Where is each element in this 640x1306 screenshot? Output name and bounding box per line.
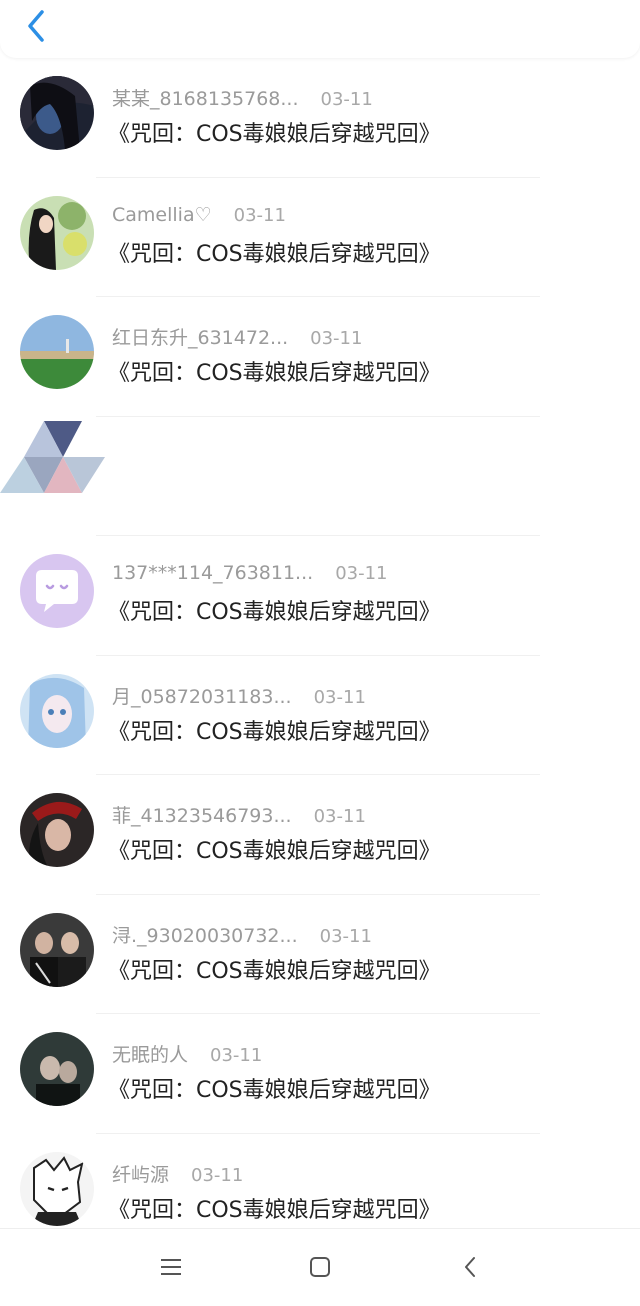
avatar[interactable] [20,315,94,389]
list-item[interactable]: 无眠的人 03-11 《咒回：COS毒娘娘后穿越咒回》 [0,1014,640,1134]
placeholder-logo [0,420,106,497]
user-name[interactable]: 纤屿源 [112,1160,169,1187]
back-icon [465,1257,475,1277]
user-name[interactable]: 月_05872031183... [112,682,292,709]
comment-text: 《咒回：COS毒娘娘后穿越咒回》 [108,361,441,386]
comment-text: 《咒回：COS毒娘娘后穿越咒回》 [108,839,441,864]
avatar[interactable] [20,912,94,987]
avatar[interactable] [20,793,94,867]
user-name[interactable]: 菲_41323546793... [112,801,292,828]
comment-meta: 137***114_763811... 03-11 [112,562,388,586]
comment-date: 03-11 [320,89,373,110]
comment-text: 《咒回：COS毒娘娘后穿越咒回》 [108,241,441,267]
comment-text: 《咒回：COS毒娘娘后穿越咒回》 [108,1078,441,1103]
list-item[interactable]: 红日东升_631472... 03-11 《咒回：COS毒娘娘后穿越咒回》 [0,297,640,417]
comment-text: 《咒回：COS毒娘娘后穿越咒回》 [108,958,441,984]
comment-meta [112,443,134,467]
system-navigation-bar [0,1228,640,1306]
comment-text: 《咒回：COS毒娘娘后穿越咒回》 [108,600,441,625]
comment-meta: 无眠的人 03-11 [112,1040,263,1067]
home-button[interactable] [300,1247,340,1287]
back-button[interactable] [16,6,56,46]
comment-date: 03-11 [310,328,363,349]
comment-date: 03-11 [313,686,366,708]
user-name[interactable]: 无眠的人 [112,1040,188,1067]
avatar[interactable] [20,1151,94,1226]
home-square-icon [310,1257,330,1277]
comment-meta: 纤屿源 03-11 [112,1160,244,1187]
comment-meta: Camellia♡ 03-11 [112,204,286,228]
avatar[interactable] [20,1032,94,1106]
user-name[interactable]: Camellia♡ [112,204,212,226]
comment-date: 03-11 [335,563,388,584]
comment-text: 《咒回：COS毒娘娘后穿越咒回》 [108,122,441,147]
comment-date: 03-11 [210,1045,263,1066]
avatar[interactable] [20,673,94,748]
comment-meta: 月_05872031183... 03-11 [112,682,366,709]
user-name[interactable]: 红日东升_631472... [112,323,288,350]
avatar[interactable] [20,76,94,150]
list-item[interactable]: 菲_41323546793... 03-11 《咒回：COS毒娘娘后穿越咒回》 [0,775,640,895]
menu-icon [161,1259,181,1275]
comment-meta: 菲_41323546793... 03-11 [112,801,366,828]
menu-button[interactable] [151,1247,191,1287]
list-item[interactable]: 137***114_763811... 03-11 《咒回：COS毒娘娘后穿越咒… [0,536,640,656]
comment-date: 03-11 [233,204,286,226]
comment-meta: 某某_8168135768... 03-11 [112,84,373,111]
comment-meta: 红日东升_631472... 03-11 [112,323,363,350]
comment-date: 03-11 [191,1164,244,1186]
list-item [0,417,640,536]
back-nav-button[interactable] [450,1247,490,1287]
comment-meta: 浔._93020030732... 03-11 [112,921,372,948]
list-item[interactable]: 月_05872031183... 03-11 《咒回：COS毒娘娘后穿越咒回》 [0,656,640,775]
top-bar [0,0,640,58]
user-name[interactable]: 某某_8168135768... [112,84,299,111]
user-name[interactable]: 浔._93020030732... [112,921,298,948]
chevron-left-icon [28,10,44,42]
list-item[interactable]: Camellia♡ 03-11 《咒回：COS毒娘娘后穿越咒回》 [0,178,640,297]
comment-list: 某某_8168135768... 03-11 《咒回：COS毒娘娘后穿越咒回》 … [0,58,640,1253]
comment-text: 《咒回：COS毒娘娘后穿越咒回》 [108,719,441,745]
user-name[interactable]: 137***114_763811... [112,562,313,584]
comment-text: 《咒回：COS毒娘娘后穿越咒回》 [108,1197,441,1223]
list-item[interactable]: 浔._93020030732... 03-11 《咒回：COS毒娘娘后穿越咒回》 [0,895,640,1014]
avatar[interactable] [20,195,94,270]
avatar[interactable] [20,554,94,628]
list-item[interactable]: 某某_8168135768... 03-11 《咒回：COS毒娘娘后穿越咒回》 [0,58,640,178]
comment-date: 03-11 [319,925,372,947]
comment-date: 03-11 [313,806,366,827]
